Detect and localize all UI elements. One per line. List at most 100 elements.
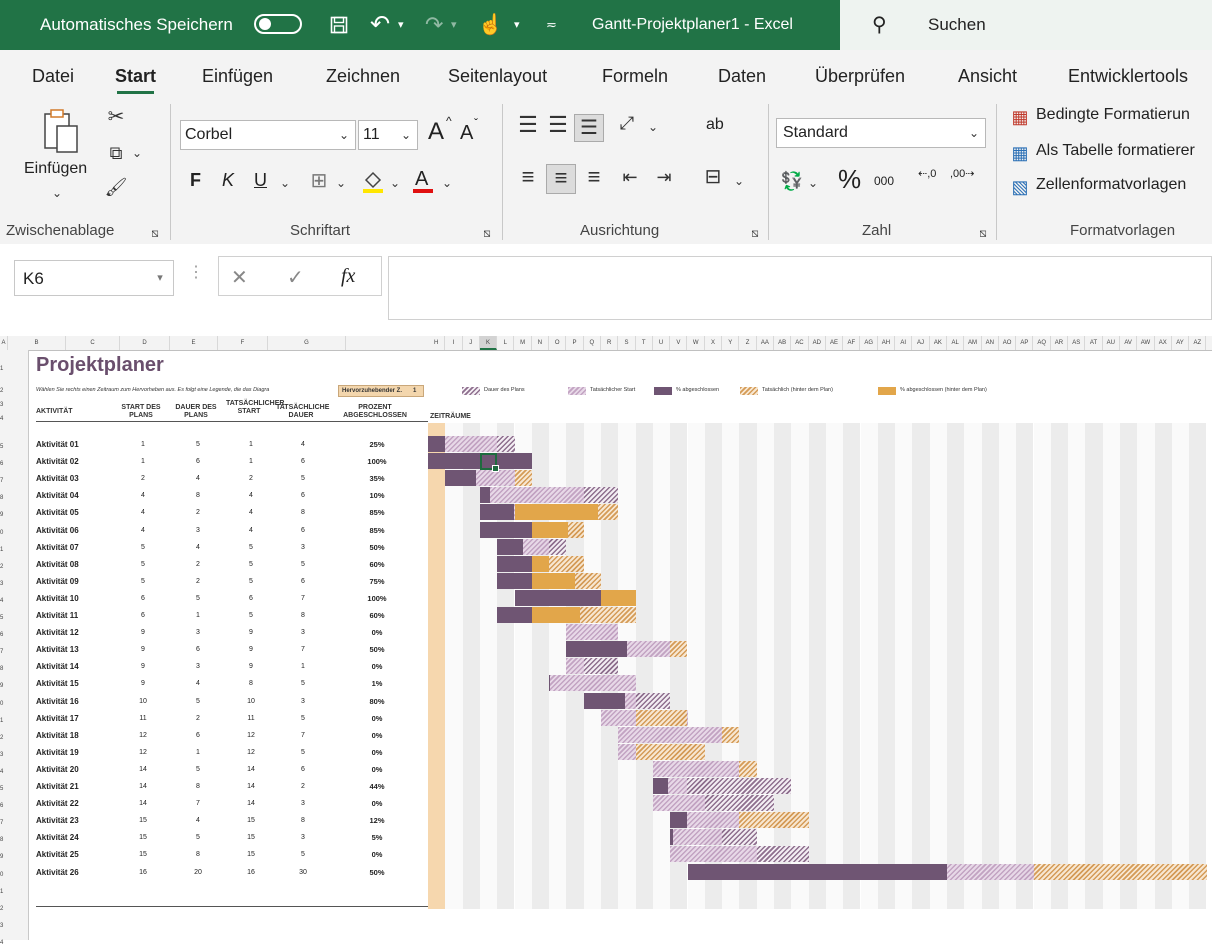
format-painter-icon[interactable]: 🖌 (104, 176, 128, 198)
plan-duration-cell[interactable]: 5 (170, 590, 226, 607)
actual-start-cell[interactable]: 1 (228, 436, 274, 453)
column-header[interactable]: AF (843, 336, 861, 350)
tab-start[interactable]: Start (115, 50, 156, 98)
italic-button[interactable]: K (222, 170, 234, 191)
percent-complete-cell[interactable]: 50% (332, 641, 422, 658)
percent-complete-cell[interactable]: 25% (332, 436, 422, 453)
row-header[interactable]: 4 (0, 416, 8, 422)
column-header[interactable]: N (532, 336, 550, 350)
font-color-icon[interactable]: A (410, 168, 436, 194)
column-header[interactable]: AC (791, 336, 809, 350)
activity-name[interactable]: Aktivität 19 (36, 744, 114, 761)
row-header[interactable]: 3 (0, 752, 8, 758)
column-header[interactable]: O (549, 336, 567, 350)
plan-duration-cell[interactable]: 20 (170, 864, 226, 881)
actual-start-cell[interactable]: 4 (228, 487, 274, 504)
plan-start-cell[interactable]: 4 (118, 487, 168, 504)
percent-complete-cell[interactable]: 0% (332, 846, 422, 863)
column-header[interactable]: A (0, 336, 8, 350)
activity-name[interactable]: Aktivität 26 (36, 864, 114, 881)
plan-start-cell[interactable]: 15 (118, 829, 168, 846)
enter-icon[interactable]: ✓ (287, 265, 304, 290)
number-launcher-icon[interactable]: ⧅ (976, 222, 990, 244)
row-header[interactable]: 0 (0, 530, 8, 536)
percent-complete-cell[interactable]: 80% (332, 693, 422, 710)
activity-name[interactable]: Aktivität 01 (36, 436, 114, 453)
row-header[interactable]: 6 (0, 632, 8, 638)
actual-duration-cell[interactable]: 5 (278, 846, 328, 863)
undo-dropdown-icon[interactable]: ▾ (398, 0, 404, 50)
font-family-select[interactable]: Corbel ⌄ (180, 120, 356, 150)
row-header[interactable]: 5 (0, 444, 8, 450)
highlight-period-box[interactable]: Hervorzuhebender Z. 1 (338, 385, 424, 397)
percent-complete-cell[interactable]: 44% (332, 778, 422, 795)
name-box[interactable]: K6 ▾ (14, 260, 174, 296)
column-header[interactable]: AD (809, 336, 826, 350)
row-header[interactable]: 6 (0, 803, 8, 809)
plan-start-cell[interactable]: 6 (118, 590, 168, 607)
column-header[interactable]: R (601, 336, 619, 350)
column-header[interactable]: U (653, 336, 671, 350)
actual-start-cell[interactable]: 15 (228, 812, 274, 829)
row-header[interactable]: 8 (0, 666, 8, 672)
plan-duration-cell[interactable]: 2 (170, 556, 226, 573)
row-header[interactable]: 4 (0, 940, 8, 946)
customize-quick-access-icon[interactable]: ≂ (546, 0, 557, 50)
redo-icon[interactable]: ↷ (425, 0, 443, 50)
paste-icon[interactable] (42, 106, 80, 154)
column-header[interactable]: Z (739, 336, 757, 350)
column-header[interactable]: AL (947, 336, 965, 350)
row-header[interactable]: 3 (0, 402, 8, 408)
plan-duration-cell[interactable]: 5 (170, 436, 226, 453)
plan-start-cell[interactable]: 9 (118, 624, 168, 641)
percent-complete-cell[interactable]: 60% (332, 556, 422, 573)
save-icon[interactable] (330, 0, 348, 50)
actual-duration-cell[interactable]: 3 (278, 795, 328, 812)
percent-complete-cell[interactable]: 1% (332, 675, 422, 692)
column-header[interactable]: AA (757, 336, 774, 350)
underline-button[interactable]: U (254, 170, 267, 191)
actual-start-cell[interactable]: 4 (228, 504, 274, 521)
percent-complete-cell[interactable]: 0% (332, 658, 422, 675)
column-header[interactable]: E (170, 336, 218, 350)
plan-start-cell[interactable]: 15 (118, 846, 168, 863)
percent-complete-cell[interactable]: 0% (332, 795, 422, 812)
plan-start-cell[interactable]: 1 (118, 436, 168, 453)
actual-start-cell[interactable]: 2 (228, 470, 274, 487)
column-header[interactable]: J (463, 336, 480, 350)
activity-name[interactable]: Aktivität 05 (36, 504, 114, 521)
actual-start-cell[interactable]: 5 (228, 607, 274, 624)
row-header[interactable]: 7 (0, 649, 8, 655)
cut-icon[interactable]: ✂ (104, 106, 128, 128)
actual-duration-cell[interactable]: 8 (278, 812, 328, 829)
actual-start-cell[interactable]: 15 (228, 846, 274, 863)
actual-start-cell[interactable]: 10 (228, 693, 274, 710)
underline-dropdown-icon[interactable]: ⌄ (278, 172, 292, 194)
actual-start-cell[interactable]: 16 (228, 864, 274, 881)
row-header[interactable]: 3 (0, 923, 8, 929)
plan-start-cell[interactable]: 16 (118, 864, 168, 881)
align-bottom-button[interactable]: ☰ (574, 114, 604, 142)
plan-duration-cell[interactable]: 2 (170, 710, 226, 727)
row-header[interactable]: 5 (0, 786, 8, 792)
column-header[interactable]: Q (584, 336, 601, 350)
percent-style-button[interactable]: % (838, 164, 861, 195)
column-header[interactable]: I (445, 336, 463, 350)
column-header[interactable]: AP (1016, 336, 1034, 350)
actual-duration-cell[interactable]: 3 (278, 539, 328, 556)
column-header[interactable]: W (688, 336, 705, 350)
plan-duration-cell[interactable]: 5 (170, 761, 226, 778)
actual-duration-cell[interactable]: 7 (278, 727, 328, 744)
column-header[interactable]: AI (895, 336, 913, 350)
conditional-formatting-icon[interactable]: ▦ (1008, 106, 1032, 128)
column-header[interactable]: AG (861, 336, 878, 350)
actual-duration-cell[interactable]: 4 (278, 436, 328, 453)
tab-ueberpruefen[interactable]: Überprüfen (815, 50, 905, 98)
activity-name[interactable]: Aktivität 25 (36, 846, 114, 863)
activity-name[interactable]: Aktivität 22 (36, 795, 114, 812)
plan-start-cell[interactable]: 9 (118, 675, 168, 692)
activity-name[interactable]: Aktivität 23 (36, 812, 114, 829)
row-header[interactable]: 3 (0, 581, 8, 587)
column-header[interactable]: AE (826, 336, 844, 350)
plan-start-cell[interactable]: 14 (118, 761, 168, 778)
